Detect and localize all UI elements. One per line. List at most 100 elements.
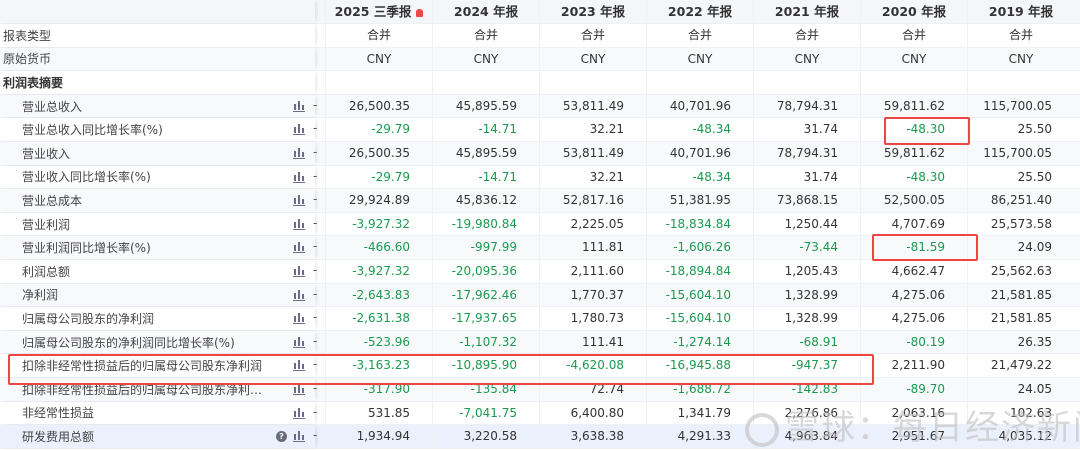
- cell: 53,811.49: [539, 141, 646, 165]
- cell: CNY: [646, 47, 753, 71]
- cell: 1,770.37: [539, 283, 646, 307]
- table-row: 营业利润 - -3,927.32 -19,980.84 2,225.05 -18,834.…: [0, 212, 1080, 237]
- watermark: 雪球：每日经济新闻: [745, 400, 1080, 449]
- dash: -: [313, 239, 318, 254]
- cell: 4,275.06: [860, 307, 967, 330]
- cell: 1,341.79: [646, 401, 753, 425]
- cell: -68.91: [753, 330, 860, 354]
- cell: 合并: [753, 24, 860, 47]
- bar-chart-icon[interactable]: [293, 123, 305, 136]
- row-label: 原始货币: [3, 52, 52, 67]
- cell: 6,400.80: [539, 401, 646, 425]
- cell: 合并: [967, 24, 1074, 47]
- cell: 25,573.58: [967, 212, 1074, 236]
- cell: 25.50: [967, 165, 1074, 189]
- cell: CNY: [432, 47, 539, 71]
- cell: -17,962.46: [432, 283, 539, 307]
- bell-icon[interactable]: [416, 8, 424, 17]
- cell: 2,211.90: [860, 354, 967, 377]
- column-header[interactable]: 2020 年报: [860, 0, 967, 23]
- header-label-cell: [0, 0, 315, 23]
- row-label: 非经常性损益: [22, 406, 95, 421]
- cell: -523.96: [325, 330, 432, 354]
- dash: -: [313, 121, 318, 136]
- dash: -: [313, 333, 318, 348]
- cell: -14.71: [432, 165, 539, 189]
- cell: -14.71: [432, 118, 539, 141]
- cell: CNY: [967, 47, 1074, 71]
- column-header[interactable]: 2023 年报: [539, 0, 646, 23]
- table-row: 营业总收入 -26,500.35 45,895.59 53,811.49 40,701.…: [0, 94, 1080, 119]
- cell: -2,643.83: [325, 283, 432, 307]
- cell: 1,780.73: [539, 307, 646, 330]
- cell: 4,707.69: [860, 212, 967, 236]
- cell: -3,927.32: [325, 212, 432, 236]
- row-label: 营业收入同比增长率(%): [22, 170, 151, 185]
- column-header[interactable]: 2024 年报: [432, 0, 539, 23]
- row-label: 营业总收入同比增长率(%): [22, 123, 163, 138]
- bar-chart-icon[interactable]: [293, 218, 305, 230]
- dash: -: [313, 215, 318, 230]
- cell: 合并: [860, 24, 967, 47]
- column-header-label: 2022 年报: [667, 4, 733, 19]
- cell: CNY: [325, 47, 432, 71]
- dash: -: [313, 144, 318, 159]
- cell: -1,107.32: [432, 330, 539, 354]
- cell: -89.70: [860, 377, 967, 401]
- dash: -: [313, 97, 318, 112]
- cell: -7,041.75: [432, 401, 539, 425]
- cell: 24.05: [967, 377, 1074, 401]
- column-header[interactable]: 2019 年报: [967, 0, 1074, 23]
- row-label: 归属母公司股东的净利润同比增长率(%): [22, 335, 235, 350]
- cell: 52,500.05: [860, 189, 967, 212]
- bar-chart-icon[interactable]: [293, 194, 305, 207]
- cell: -18,834.84: [646, 212, 753, 236]
- cell: 25.50: [967, 118, 1074, 141]
- bar-chart-icon[interactable]: [293, 100, 305, 112]
- row-label: 报表类型: [3, 28, 52, 43]
- cell: -17,937.65: [432, 307, 539, 330]
- cell: 合并: [325, 24, 432, 47]
- cell: 26,500.35: [325, 141, 432, 165]
- cell: 78,794.31: [753, 94, 860, 118]
- table-row: 营业总成本 -29,924.89 45,836.12 52,817.16 51,381.…: [0, 189, 1080, 213]
- bar-chart-icon[interactable]: [293, 265, 305, 277]
- cell: -29.79: [325, 118, 432, 141]
- bar-chart-icon[interactable]: [293, 430, 305, 443]
- cell: 1,328.99: [753, 307, 860, 330]
- cell: -29.79: [325, 165, 432, 189]
- column-header[interactable]: 2022 年报: [646, 0, 753, 23]
- cell: 21,581.85: [967, 283, 1074, 307]
- bar-chart-icon[interactable]: [293, 241, 305, 254]
- cell: 1,205.43: [753, 259, 860, 283]
- bar-chart-icon[interactable]: [293, 289, 305, 301]
- bar-chart-icon[interactable]: [293, 171, 305, 183]
- cell: 531.85: [325, 401, 432, 425]
- cell: CNY: [539, 47, 646, 71]
- column-header[interactable]: 2025 三季报: [325, 0, 432, 23]
- row-label: 营业利润: [22, 217, 71, 232]
- bar-chart-icon[interactable]: [293, 336, 305, 348]
- help-icon[interactable]: ?: [276, 431, 287, 443]
- column-header-label: 2021 年报: [774, 4, 840, 19]
- cell: -466.60: [325, 236, 432, 259]
- meta-row: 原始货币 CNY CNY CNY CNY CNY CNY CNY: [0, 47, 1080, 72]
- bar-chart-icon[interactable]: [293, 147, 305, 159]
- cell: CNY: [753, 47, 860, 71]
- cell: 29,924.89: [325, 189, 432, 212]
- cell: 2,111.60: [539, 259, 646, 283]
- cell: -80.19: [860, 330, 967, 354]
- row-label: 归属母公司股东的净利润: [22, 311, 155, 326]
- cell: 26.35: [967, 330, 1074, 354]
- cell: 115,700.05: [967, 141, 1074, 165]
- cell: 3,638.38: [539, 425, 646, 448]
- dash: -: [313, 310, 318, 325]
- cell: -997.99: [432, 236, 539, 259]
- highlight-box-deducted-net-profit-row: [8, 354, 874, 385]
- bar-chart-icon[interactable]: [293, 407, 305, 419]
- cell: 45,836.12: [432, 189, 539, 212]
- highlight-box-2020-op-profit-growth: [872, 234, 978, 261]
- cell: -15,604.10: [646, 307, 753, 330]
- column-header[interactable]: 2021 年报: [753, 0, 860, 23]
- bar-chart-icon[interactable]: [293, 312, 305, 325]
